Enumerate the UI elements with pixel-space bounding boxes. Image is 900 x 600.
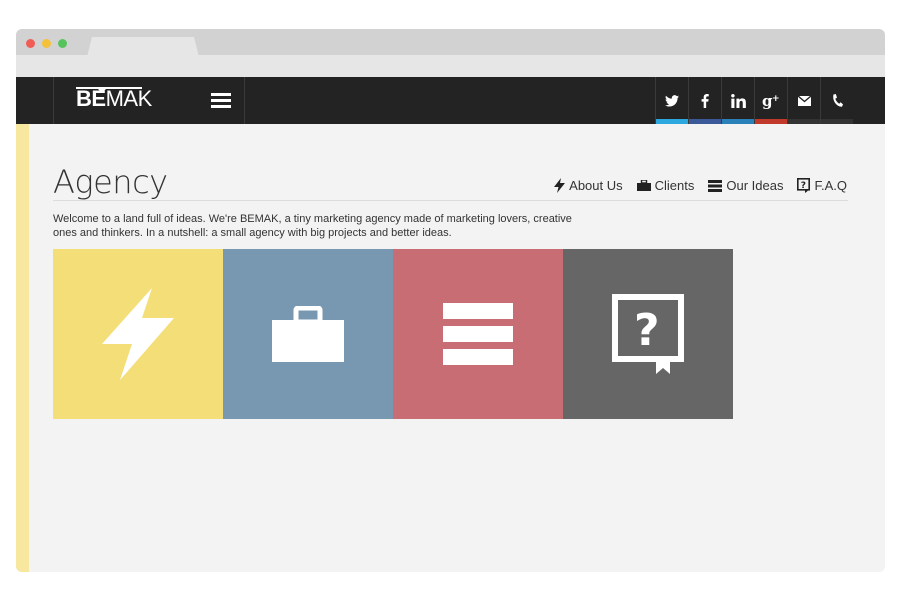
phone-icon [833, 93, 843, 107]
subnav-label: Our Ideas [726, 178, 784, 193]
subnav-item-faq[interactable]: ? F.A.Q [797, 178, 847, 193]
tile-about-us[interactable] [53, 249, 223, 419]
section-tiles: ? [53, 249, 733, 419]
browser-chrome [16, 29, 885, 77]
subnav-label: About Us [569, 178, 623, 193]
close-window-button[interactable] [26, 39, 35, 48]
svg-text:+: + [772, 94, 780, 104]
subnav-item-clients[interactable]: Clients [636, 178, 695, 193]
title-divider [53, 200, 848, 201]
briefcase-icon [636, 180, 651, 191]
browser-tab[interactable] [87, 37, 199, 57]
google-plus-link[interactable]: g + [754, 77, 787, 124]
minimize-window-button[interactable] [42, 39, 51, 48]
main-content: Agency About Us Clients Our Ideas ? F.A.… [16, 124, 885, 572]
browser-address-bar [16, 55, 885, 77]
subnav-label: Clients [654, 178, 695, 193]
accent-strip [16, 124, 29, 572]
svg-text:?: ? [801, 181, 806, 191]
bemak-logo[interactable]: BEMAK [76, 87, 152, 111]
facebook-link[interactable] [688, 77, 721, 124]
subnav-item-about-us[interactable]: About Us [554, 178, 623, 193]
subnav-item-our-ideas[interactable]: Our Ideas [708, 178, 783, 193]
maximize-window-button[interactable] [58, 39, 67, 48]
question-icon: ? [797, 178, 811, 193]
briefcase-icon [272, 306, 344, 362]
phone-link[interactable] [820, 77, 853, 124]
mail-icon [797, 95, 811, 106]
tile-faq[interactable]: ? [563, 249, 733, 419]
tile-our-ideas[interactable] [393, 249, 563, 419]
social-links: g + [655, 77, 853, 124]
lightning-icon [102, 288, 174, 380]
top-navigation-bar: BEMAK g + [16, 77, 885, 124]
question-icon: ? [612, 294, 684, 374]
tile-clients[interactable] [223, 249, 393, 419]
svg-text:?: ? [634, 305, 660, 356]
logo-area: BEMAK [53, 77, 245, 124]
page-title: Agency [53, 163, 168, 201]
email-link[interactable] [787, 77, 820, 124]
facebook-icon [701, 93, 709, 108]
twitter-icon [665, 94, 679, 107]
lightning-icon [554, 178, 566, 193]
linkedin-link[interactable] [721, 77, 754, 124]
section-navigation: About Us Clients Our Ideas ? F.A.Q [554, 178, 847, 193]
hamburger-menu-icon[interactable] [211, 93, 231, 108]
linkedin-icon [730, 93, 746, 108]
list-icon [443, 303, 513, 365]
browser-window: BEMAK g + Agency About Us Clients Our Id… [16, 29, 885, 572]
intro-paragraph: Welcome to a land full of ideas. We're B… [53, 213, 572, 239]
list-icon [708, 179, 723, 192]
google-plus-icon: g + [762, 93, 780, 109]
twitter-link[interactable] [655, 77, 688, 124]
subnav-label: F.A.Q [814, 178, 847, 193]
